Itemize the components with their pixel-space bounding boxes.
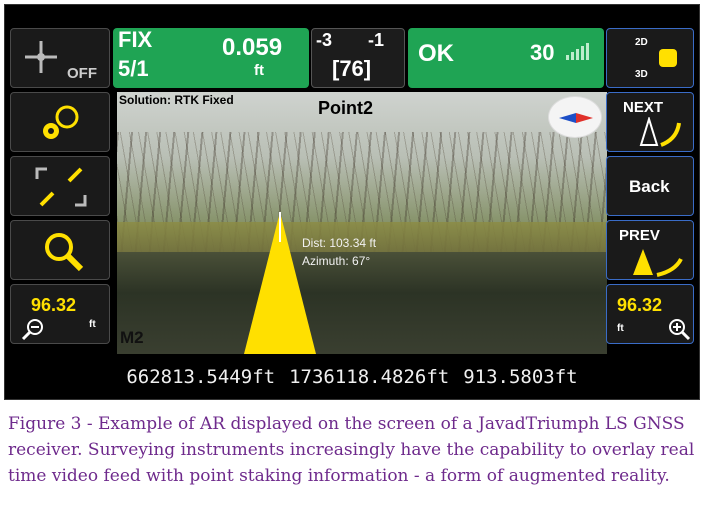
figure-caption: Figure 3 - Example of AR displayed on th…: [8, 414, 695, 486]
distance-readout: Dist: 103.34 ft: [302, 236, 377, 250]
gears-icon: [43, 105, 79, 139]
northing-value: 662813.5449ft: [126, 366, 276, 388]
settings-button[interactable]: [10, 92, 110, 152]
zoom-out-unit: ft: [89, 319, 96, 330]
compass-icon[interactable]: [548, 96, 602, 138]
easting-value: 1736118.4826ft: [289, 366, 450, 388]
expand-icon: [35, 167, 87, 207]
coordinate-bar: 662813.5449ft 1736118.4826ft 913.5803ft: [8, 358, 696, 396]
satellite-counts: -3 -1: [316, 30, 396, 51]
zoom-in-unit: ft: [617, 323, 624, 334]
back-button[interactable]: Back: [606, 156, 694, 216]
view-2d-3d-button[interactable]: 2D 3D: [606, 28, 694, 88]
crosshair-icon: [25, 41, 57, 73]
precision-value: 0.059: [222, 34, 283, 61]
search-button[interactable]: [10, 220, 110, 280]
azimuth-readout: Azimuth: 67°: [302, 254, 371, 268]
target-point-name: Point2: [318, 98, 374, 118]
fullscreen-button[interactable]: [10, 156, 110, 216]
fix-ratio: 5/1: [118, 56, 149, 81]
zoom-in-button[interactable]: 96.32 ft: [606, 284, 694, 344]
zoom-out-icon: [21, 319, 43, 341]
prev-arrow-icon: [633, 249, 683, 277]
view-3d-label: 3D: [635, 69, 648, 80]
precision-unit: ft: [254, 62, 264, 79]
zoom-in-icon: [669, 319, 691, 341]
satellite-right-count: -1: [368, 30, 385, 50]
zoom-in-value: 96.32: [617, 295, 663, 315]
view-toggle-icon: [659, 49, 677, 67]
next-arrow-icon: [639, 117, 681, 147]
gps-off-label: OFF: [67, 65, 97, 82]
fix-label: FIX: [118, 27, 153, 52]
zoom-out-value: 96.32: [31, 295, 77, 315]
stakeout-arrow-icon: [244, 212, 316, 354]
view-2d-label: 2D: [635, 37, 648, 48]
satellite-total: [76]: [332, 56, 372, 81]
satellite-left-count: -3: [316, 30, 333, 50]
signal-bars-icon: [566, 42, 590, 60]
gps-off-button[interactable]: OFF: [10, 28, 110, 88]
next-label: NEXT: [623, 99, 664, 116]
link-ok-label: OK: [418, 40, 454, 67]
marker-label: M2: [120, 328, 144, 347]
next-point-button[interactable]: NEXT: [606, 92, 694, 152]
zoom-out-button[interactable]: 96.32 ft: [10, 284, 110, 344]
back-label: Back: [629, 177, 670, 196]
solution-status-text: Solution: RTK Fixed: [119, 93, 234, 107]
signal-count: 30: [530, 40, 555, 65]
elevation-value: 913.5803ft: [463, 366, 578, 388]
ar-video-feed[interactable]: [117, 92, 607, 354]
prev-point-button[interactable]: PREV: [606, 220, 694, 280]
prev-label: PREV: [619, 227, 660, 244]
search-icon: [45, 233, 84, 272]
